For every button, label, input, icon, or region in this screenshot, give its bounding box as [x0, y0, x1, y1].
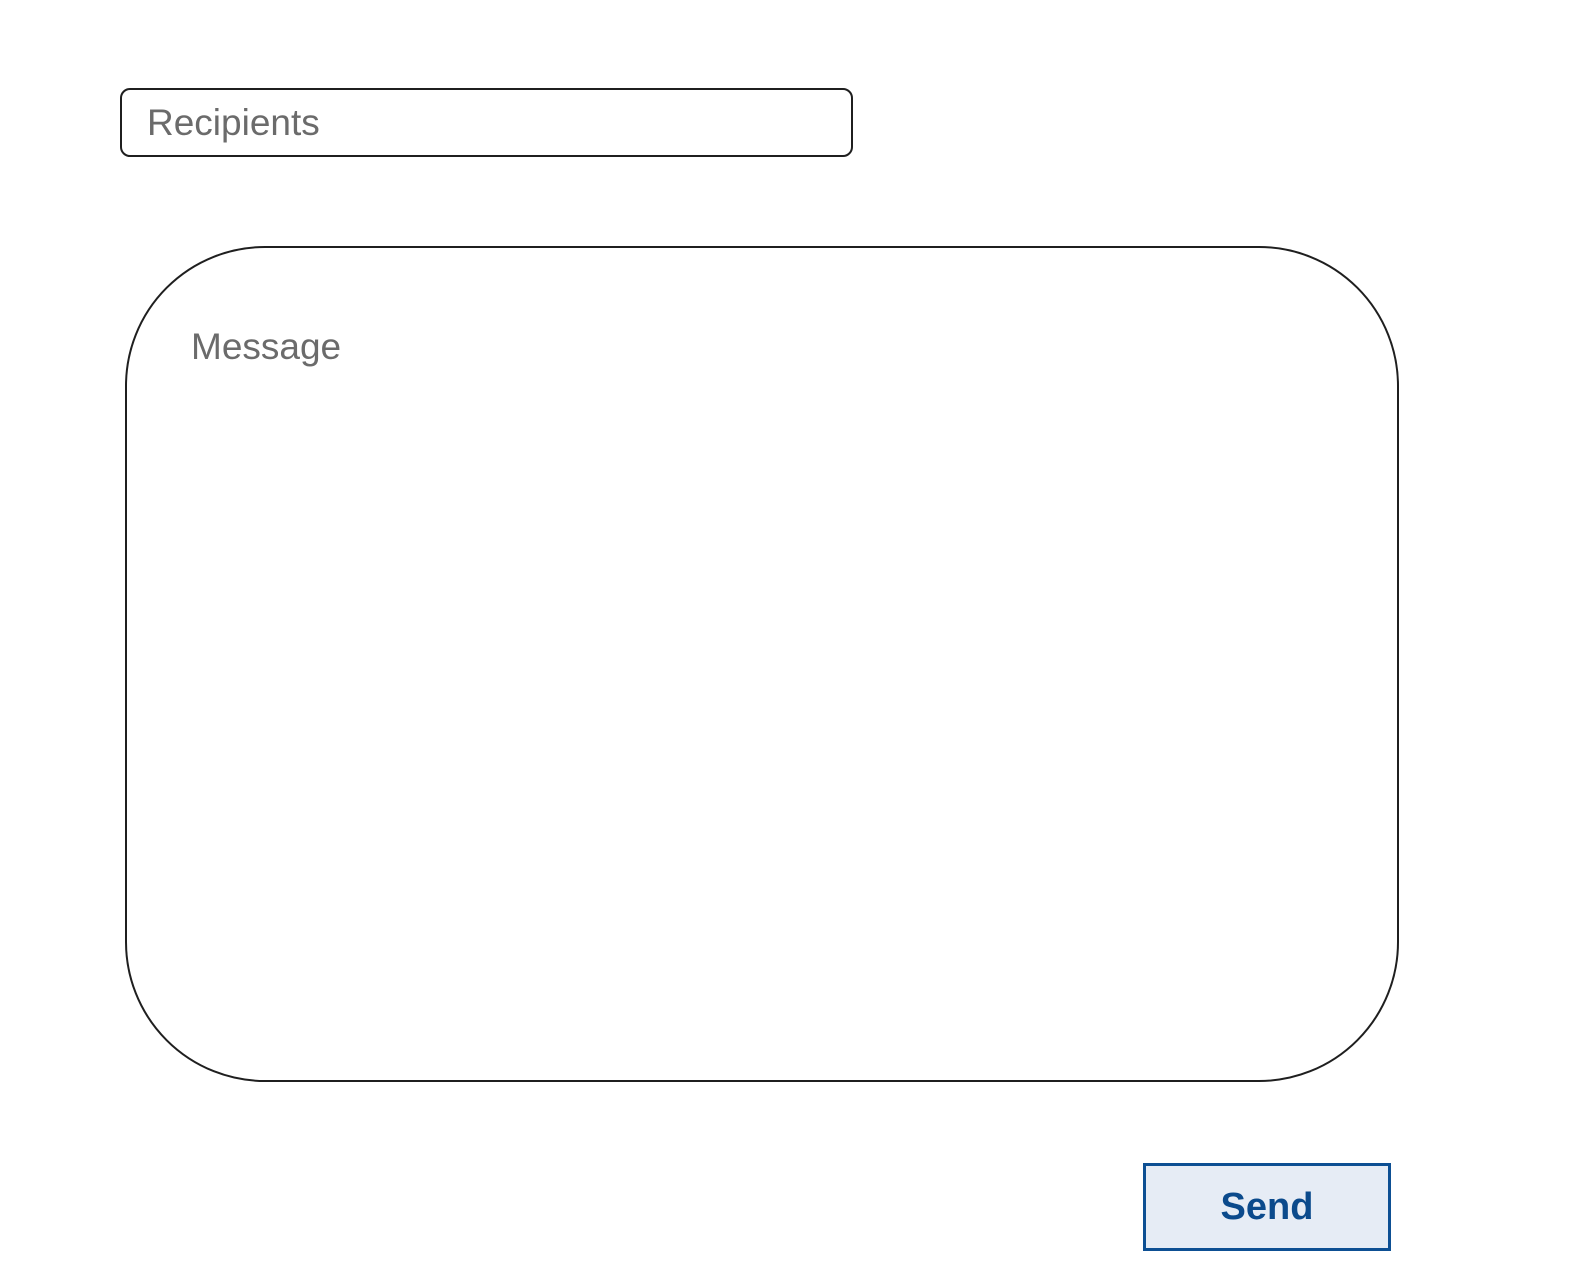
- message-textarea[interactable]: Message: [125, 246, 1399, 1082]
- send-button-label: Send: [1220, 1186, 1314, 1228]
- compose-form: Recipients Message Send: [0, 0, 1576, 1282]
- send-button[interactable]: Send: [1143, 1163, 1391, 1251]
- recipients-placeholder: Recipients: [147, 102, 320, 143]
- recipients-input[interactable]: Recipients: [120, 88, 853, 157]
- message-placeholder: Message: [191, 326, 342, 367]
